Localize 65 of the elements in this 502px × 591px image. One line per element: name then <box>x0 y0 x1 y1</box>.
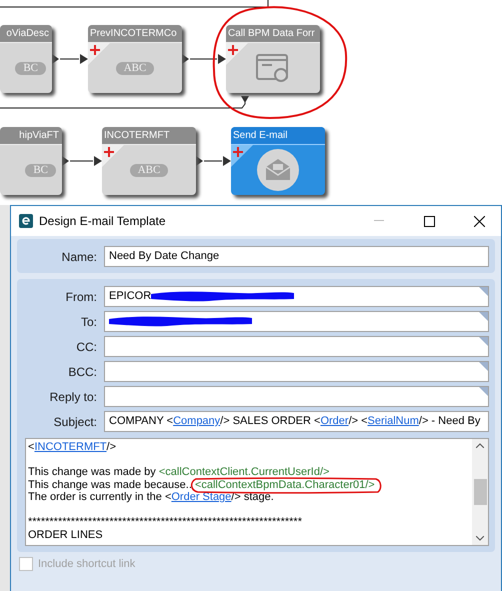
envelope-icon <box>256 148 300 192</box>
input-field[interactable] <box>104 361 489 382</box>
field-label: CC: <box>75 340 98 354</box>
field-label: From: <box>64 290 98 304</box>
node-title: PrevINCOTERMCo <box>89 27 178 41</box>
connector-arrow <box>62 156 102 166</box>
add-corner-icon <box>231 145 253 167</box>
form-icon <box>256 54 290 82</box>
field-label: BCC: <box>67 364 98 378</box>
workflow-node[interactable]: Call BPM Data Forr <box>226 25 320 93</box>
node-badge: BC <box>25 164 56 176</box>
field-label: To: <box>80 314 98 328</box>
node-title: INCOTERMFT <box>103 129 171 143</box>
field-label: Reply to: <box>48 390 98 404</box>
corner-triangle-icon <box>479 337 488 346</box>
input-field[interactable]: EPICOR <box>104 286 489 307</box>
body-line: The order is currently in the <Order Stage/> stage. <box>28 491 275 504</box>
body-line: **************************************************************** <box>28 516 303 528</box>
scrollbar[interactable] <box>472 439 488 545</box>
scrollbar-thumb[interactable] <box>474 479 486 505</box>
add-corner-icon <box>226 43 248 65</box>
corner-triangle-icon <box>479 312 488 321</box>
add-corner-icon <box>88 43 110 65</box>
field-link[interactable]: Order <box>320 415 349 427</box>
field-label: Subject: <box>52 414 98 428</box>
connector-arrow <box>52 54 88 64</box>
body-line: ORDER LINES <box>28 528 104 541</box>
add-corner-icon <box>102 145 124 167</box>
body-line: This change was made because.. <callContextBpmData.Character01/> <box>28 478 470 491</box>
app-icon <box>19 214 33 228</box>
workflow-node[interactable]: PrevINCOTERMCo ABC <box>88 25 182 93</box>
input-field[interactable] <box>104 311 489 332</box>
node-badge: ABC <box>130 164 168 176</box>
body-line: <INCOTERMFT/> <box>28 441 118 454</box>
body-editor[interactable] <box>25 438 489 546</box>
input-field[interactable] <box>104 386 489 407</box>
field-link[interactable]: Company <box>173 415 220 427</box>
node-title: hipViaFT <box>18 129 60 143</box>
workflow-node[interactable]: oViaDesc BC <box>0 25 52 93</box>
field-label: Name: <box>60 250 98 264</box>
workflow-node[interactable]: hipViaFT BC <box>0 127 62 195</box>
workflow-node[interactable]: Send E-mail <box>231 127 325 195</box>
corner-triangle-icon <box>479 287 488 296</box>
close-icon <box>474 216 484 226</box>
node-title: oViaDesc <box>5 27 50 41</box>
workflow-node[interactable]: INCOTERMFT ABC <box>102 127 196 195</box>
node-badge: ABC <box>116 62 154 74</box>
maximize-icon <box>424 216 434 226</box>
field-link[interactable]: SerialNum <box>368 415 419 427</box>
minimize-icon <box>374 220 384 222</box>
corner-triangle-icon <box>479 362 488 371</box>
window-title: Design E-mail Template <box>39 214 166 228</box>
node-title: Call BPM Data Forr <box>227 27 316 41</box>
connector-arrow <box>196 156 231 166</box>
name-field[interactable]: Need By Date Change <box>104 246 489 267</box>
node-badge: BC <box>15 62 46 74</box>
field-link[interactable]: INCOTERMFT <box>34 441 107 453</box>
body-line: This change was made by <callContextClient.CurrentUserId/> <box>28 466 330 478</box>
field-link[interactable]: Order Stage <box>171 491 232 503</box>
subject-field[interactable]: COMPANY <Company/> SALES ORDER <Order/> <SerialNum/> - Need By <box>104 411 489 432</box>
node-title: Send E-mail <box>232 129 288 143</box>
checkbox-label: Include shortcut link <box>38 558 136 570</box>
connector-arrow <box>182 54 226 64</box>
input-field[interactable] <box>104 336 489 357</box>
corner-triangle-icon <box>479 387 488 396</box>
